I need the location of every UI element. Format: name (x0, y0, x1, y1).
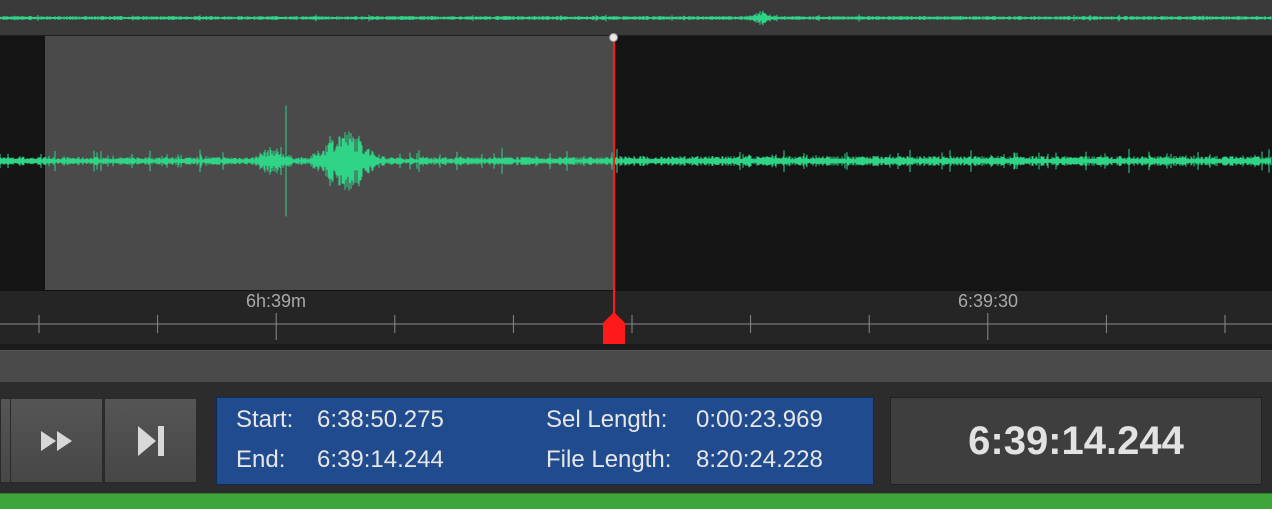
file-length-value: 8:20:24.228 (696, 446, 823, 473)
status-bar (0, 493, 1272, 509)
overview-waveform-graphic (0, 10, 1272, 26)
current-time-display: 6:39:14.244 (890, 397, 1262, 485)
ruler-ticks (0, 313, 1272, 340)
time-ruler[interactable]: 6h:39m 6:39:30 (0, 290, 1272, 345)
skip-to-end-button[interactable] (104, 398, 197, 483)
waveform-graphic (0, 105, 1272, 217)
transport-bar: Start: 6:38:50.275 End: 6:39:14.244 Sel … (0, 383, 1272, 493)
ruler-label: 6h:39m (245, 291, 307, 311)
separator (0, 344, 1272, 351)
start-label: Start: (236, 406, 294, 433)
skip-to-end-icon (137, 425, 164, 456)
playhead-marker-icon[interactable] (602, 311, 626, 344)
playhead-handle[interactable] (609, 33, 618, 42)
waveform-view[interactable] (0, 36, 1272, 290)
overview-waveform[interactable] (0, 0, 1272, 36)
fast-forward-button[interactable] (10, 398, 103, 483)
ruler-label: 6:39:30 (957, 291, 1019, 311)
waveform-path (0, 10, 1272, 26)
file-length-label: File Length: (546, 446, 672, 473)
playhead-line[interactable] (613, 36, 615, 326)
end-label: End: (236, 446, 286, 473)
end-value[interactable]: 6:39:14.244 (317, 446, 444, 474)
sel-length-value[interactable]: 0:00:23.969 (696, 406, 823, 434)
start-value[interactable]: 6:38:50.275 (317, 406, 444, 434)
fast-forward-icon (40, 430, 72, 451)
waveform-path (0, 105, 1272, 217)
sel-length-label: Sel Length: (546, 406, 668, 433)
toolbar-strip (0, 351, 1272, 383)
selection-info-panel: Start: 6:38:50.275 End: 6:39:14.244 Sel … (216, 397, 874, 485)
